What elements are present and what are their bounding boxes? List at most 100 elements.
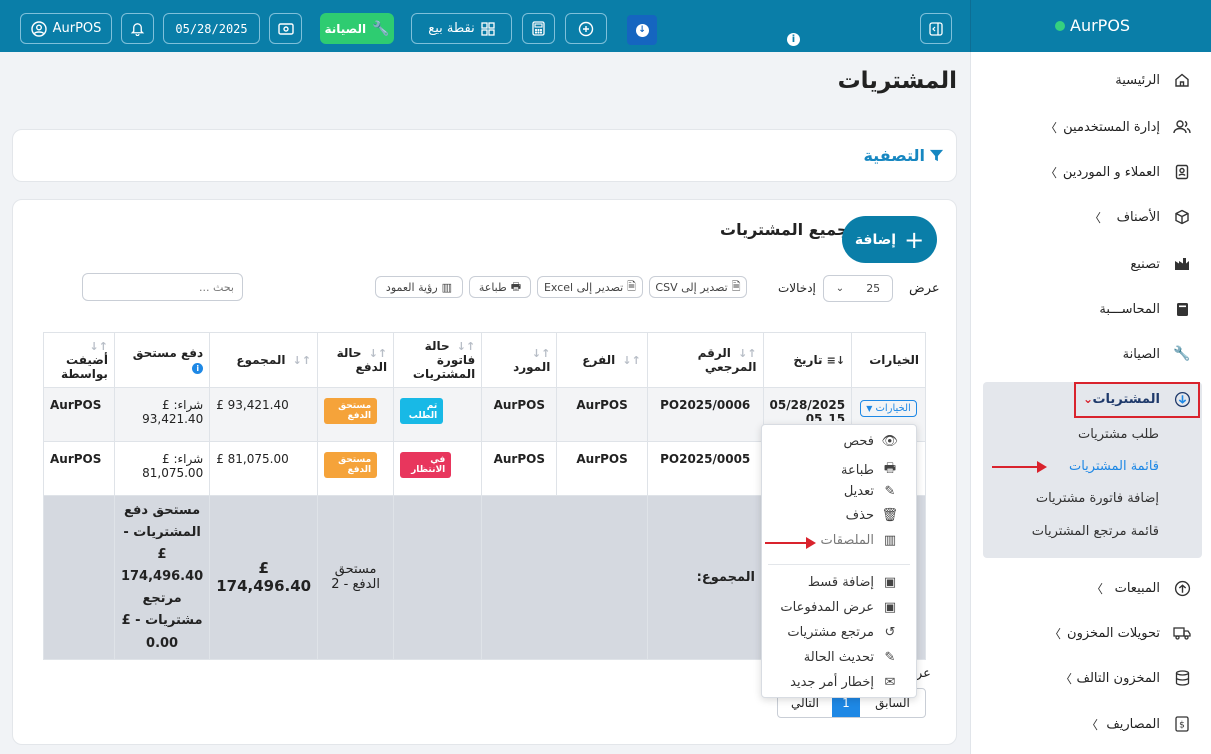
dropdown-item-purchase-return[interactable]: ↺ مرتجع مشتريات: [787, 625, 898, 640]
factory-icon: [1172, 257, 1192, 271]
sidebar-sub-purchase-request[interactable]: طلب مشتريات: [1078, 427, 1159, 442]
svg-text:$: $: [1179, 721, 1185, 731]
status-badge[interactable]: تم الطلب: [400, 398, 444, 424]
user-menu-button[interactable]: AurPOS: [20, 13, 112, 44]
sidebar-item-products[interactable]: الأصناف 〈: [971, 197, 1211, 237]
sidebar-item-accounting[interactable]: المحاســـبة: [971, 289, 1211, 329]
plus-circle-icon: [578, 21, 594, 37]
payment-status-badge[interactable]: مستحق الدفع: [324, 452, 378, 478]
plus-icon: +: [904, 225, 925, 254]
column-visibility-button[interactable]: رؤية العمود ▥: [375, 276, 463, 298]
sort-desc-icon: ↓≡: [826, 354, 846, 367]
entries-label: إدخالات: [778, 281, 816, 295]
payment-status-badge[interactable]: مستحق الدفع: [324, 398, 378, 424]
filter-card[interactable]: التصفية: [12, 129, 957, 182]
sidebar-item-damaged-stock[interactable]: المخزون التالف 〈: [971, 658, 1211, 698]
dropdown-item-delete[interactable]: 🗑 حذف: [846, 508, 898, 523]
sidebar-label: تصنيع: [1130, 256, 1160, 272]
options-button[interactable]: الخيارات ▼: [860, 400, 917, 417]
print-icon: 🖶: [883, 461, 897, 476]
sidebar-item-maintenance[interactable]: 🔧 الصيانة: [971, 334, 1211, 374]
export-csv-button[interactable]: تصدير إلى CSV 🗎: [649, 276, 747, 298]
sidebar-toggle-button[interactable]: [920, 13, 952, 44]
add-button[interactable]: [565, 13, 607, 44]
trash-icon: 🗑: [881, 508, 898, 523]
col-options: الخيارات: [851, 332, 926, 388]
sidebar-item-expenses[interactable]: $ المصاريف 〈: [971, 704, 1211, 744]
col-date[interactable]: ↓≡ تاريخ: [762, 332, 853, 388]
payment-due-cell: شراء: £ 81,075.00: [113, 441, 211, 496]
barcode-icon: ▥: [883, 533, 897, 548]
sidebar-label: الصيانة: [1122, 346, 1160, 362]
cash-register-button[interactable]: [269, 13, 302, 44]
entries-value: 25: [866, 282, 881, 295]
sort-icon: ↑↓: [368, 347, 388, 360]
truck-icon: [1172, 626, 1192, 640]
status-badge[interactable]: في الانتظار: [400, 452, 452, 478]
payment-status-cell: مستحق الدفع: [317, 387, 395, 442]
col-added-by[interactable]: ↑↓ أضيفت بواسطة: [43, 332, 115, 388]
sidebar-sub-add-purchase-invoice[interactable]: إضافة فاتورة مشتريات: [1036, 491, 1159, 506]
dropdown-item-view-payments[interactable]: ▣ عرض المدفوعات: [780, 600, 898, 615]
sidebar-sub-purchase-return-list[interactable]: قائمة مرتجع المشتريات: [1032, 524, 1159, 539]
sidebar: الرئيسية إدارة المستخدمين 〈 العملاء و ال…: [970, 52, 1211, 754]
dropdown-item-labels[interactable]: ▥ الملصقات: [821, 533, 898, 548]
col-invoice-status[interactable]: ↑↓ حالة فاتورة المشتريات: [393, 332, 483, 388]
sidebar-item-purchases[interactable]: المشتريات ⌄: [971, 379, 1211, 419]
calculator-button[interactable]: [522, 13, 555, 44]
print-button[interactable]: طباعة 🖶: [469, 276, 531, 298]
sidebar-item-stock-transfers[interactable]: تحويلات المخزون 〈: [971, 613, 1211, 653]
eye-icon: 👁: [881, 434, 898, 449]
undo-icon: ↺: [884, 625, 896, 640]
dropdown-item-view[interactable]: 👁 فحص: [843, 434, 898, 449]
add-purchase-button[interactable]: إضافة +: [842, 216, 937, 263]
added-by-cell: AurPOS: [43, 441, 115, 496]
show-label: عرض: [909, 281, 940, 296]
col-payment-due[interactable]: دفع مستحق i: [113, 332, 211, 388]
sidebar-item-contacts[interactable]: العملاء و الموردين 〈: [971, 152, 1211, 192]
export-excel-button[interactable]: تصدير إلى Excel 🗎: [537, 276, 643, 298]
footer-empty: [481, 495, 648, 660]
upload-icon: [1172, 580, 1192, 597]
contacts-icon: [1172, 164, 1192, 180]
entries-select[interactable]: ⌄ 25: [823, 275, 893, 302]
annotation-arrow: [992, 461, 1047, 473]
chevron-down-icon: ⌄: [835, 283, 845, 294]
col-branch[interactable]: ↑↓ الفرع: [556, 332, 648, 388]
search-input[interactable]: [82, 273, 243, 301]
total-cell: £ 93,421.40: [209, 387, 319, 442]
sidebar-item-manufacturing[interactable]: تصنيع: [971, 244, 1211, 284]
chevron-down-icon: ▼: [866, 404, 873, 413]
sidebar-item-sales[interactable]: المبيعات 〈: [971, 568, 1211, 608]
filter-toggle[interactable]: التصفية: [863, 146, 944, 165]
col-payment-status[interactable]: ↑↓ حالة الدفع: [317, 332, 395, 388]
col-supplier[interactable]: ↑↓ المورد: [481, 332, 558, 388]
date-display: 05/28/2025: [163, 13, 260, 44]
options-dropdown: 👁 فحص 🖶 طباعة ✎ تعديل 🗑 حذف ▥ الملصقات ▣ إضافة…: [761, 424, 917, 698]
chevron-left-icon: 〈: [1060, 671, 1073, 686]
dropdown-item-print[interactable]: 🖶 طباعة: [841, 459, 898, 481]
pos-button[interactable]: نقطة بيع: [411, 13, 512, 44]
invoice-status-cell: تم الطلب: [393, 387, 483, 442]
notifications-button[interactable]: [121, 13, 154, 44]
sort-icon: ↑↓: [456, 340, 476, 353]
dropdown-item-add-installment[interactable]: ▣ إضافة قسط: [808, 575, 898, 590]
dropdown-item-edit[interactable]: ✎ تعديل: [844, 484, 898, 499]
sidebar-item-users[interactable]: إدارة المستخدمين 〈: [971, 107, 1211, 147]
brand-logo[interactable]: AurPOS: [1055, 16, 1130, 35]
ref-cell: PO2025/0005: [646, 441, 764, 496]
col-ref[interactable]: ↑↓ الرقم المرجعي: [646, 332, 764, 388]
col-total[interactable]: ↑↓ المجموع: [209, 332, 319, 388]
maintenance-label: الصيانة: [324, 21, 367, 36]
filter-title: التصفية: [863, 146, 925, 165]
dropdown-item-update-status[interactable]: ✎ تحديث الحالة: [804, 650, 898, 665]
footer-empty: [393, 495, 483, 660]
download-app-button[interactable]: ↓: [627, 15, 657, 45]
sidebar-sub-purchase-list[interactable]: قائمة المشتريات: [1069, 459, 1159, 474]
money-icon: [277, 22, 294, 36]
sidebar-item-home[interactable]: الرئيسية: [971, 60, 1211, 100]
status-dot: [1055, 20, 1065, 31]
dropdown-item-notify-order[interactable]: ✉ إخطار أمر جديد: [790, 675, 898, 690]
maintenance-button[interactable]: الصيانة 🔧: [320, 13, 394, 44]
info-icon[interactable]: i: [787, 33, 800, 46]
